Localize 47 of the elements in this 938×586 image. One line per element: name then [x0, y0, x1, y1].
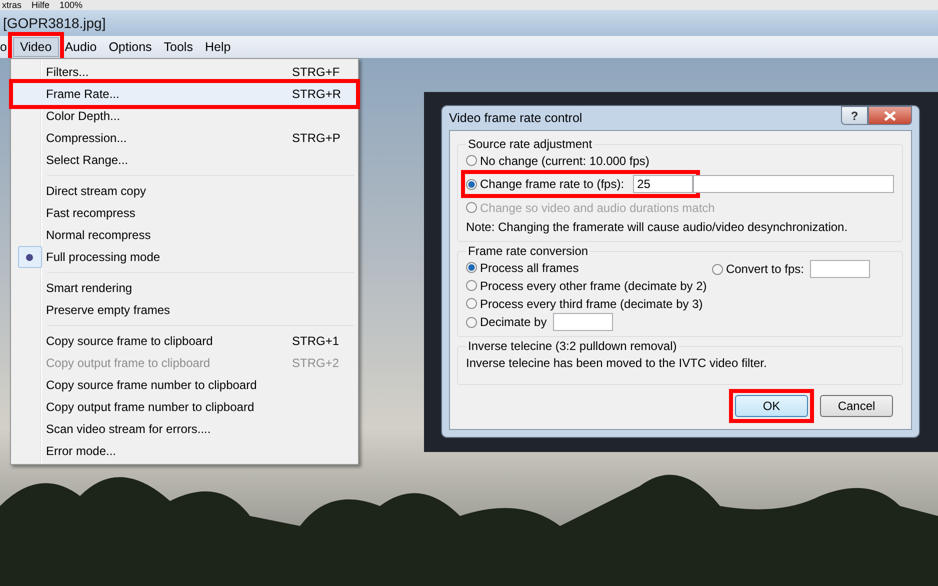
- menu-item[interactable]: Preserve empty frames: [13, 299, 356, 321]
- input-field[interactable]: [693, 175, 894, 193]
- menu-item[interactable]: Help: [198, 38, 237, 56]
- menu-item[interactable]: Color Depth...: [13, 105, 356, 127]
- close-icon: [884, 110, 896, 120]
- menu-item[interactable]: Direct stream copy: [13, 180, 356, 202]
- menu-item[interactable]: Copy output frame number to clipboard: [13, 396, 356, 418]
- radio-option[interactable]: Change frame rate to (fps): 25: [466, 175, 696, 193]
- menu-item[interactable]: Normal recompress: [13, 224, 356, 246]
- menu-item[interactable]: Options: [102, 38, 158, 56]
- menu-item[interactable]: Filters... STRG+F: [13, 61, 356, 83]
- menu-item[interactable]: Scan video stream for errors....: [13, 418, 356, 440]
- menu-label[interactable]: Hilfe: [32, 0, 50, 10]
- menu-item[interactable]: Select Range...: [13, 149, 356, 171]
- group-title: Inverse telecine (3:2 pulldown removal): [467, 339, 678, 353]
- input-field[interactable]: 25: [633, 175, 694, 193]
- input-field[interactable]: [810, 260, 870, 278]
- radio-option[interactable]: Decimate by: [466, 315, 547, 329]
- info-text: Inverse telecine has been moved to the IVTC video filter.: [466, 355, 768, 372]
- menu-item[interactable]: Compression... STRG+P: [13, 127, 356, 149]
- radio-option[interactable]: Convert to fps:: [712, 262, 804, 276]
- menu-item[interactable]: o: [0, 38, 13, 56]
- menu-item[interactable]: Copy source frame number to clipboard: [13, 374, 356, 396]
- menu-item[interactable]: Frame Rate... STRG+R: [13, 83, 356, 105]
- menu-item[interactable]: Copy source frame to clipboard STRG+1: [13, 330, 356, 352]
- menu-label[interactable]: 100%: [60, 0, 83, 10]
- menu-item[interactable]: Smart rendering: [13, 277, 356, 299]
- menu-item[interactable]: Fast recompress: [13, 202, 356, 224]
- menu-label[interactable]: xtras: [2, 0, 22, 10]
- dialog-button[interactable]: OK: [735, 395, 808, 417]
- close-button[interactable]: [868, 106, 912, 125]
- help-button[interactable]: ?: [841, 106, 868, 125]
- radio-option[interactable]: Process every other frame (decimate by 2): [466, 278, 707, 292]
- dialog-button[interactable]: Cancel: [820, 395, 893, 417]
- menu-item[interactable]: Full processing mode: [13, 246, 356, 268]
- menu-item[interactable]: Audio: [58, 38, 103, 56]
- input-field[interactable]: [552, 313, 613, 331]
- radio-option[interactable]: Process all frames: [466, 260, 579, 274]
- menu-item[interactable]: Error mode...: [13, 440, 356, 462]
- radio-option[interactable]: No change (current: 10.000 fps): [466, 154, 650, 168]
- window-title: [GOPR3818.jpg]: [3, 15, 106, 31]
- group-title: Frame rate conversion: [467, 244, 590, 258]
- group-title: Source rate adjustment: [467, 137, 594, 151]
- menu-item[interactable]: Tools: [158, 38, 199, 56]
- dialog-title: Video frame rate control: [449, 111, 582, 125]
- radio-option[interactable]: Process every third frame (decimate by 3): [466, 296, 703, 310]
- note-text: Note: Changing the framerate will cause audio/video desynchronization.: [466, 219, 849, 236]
